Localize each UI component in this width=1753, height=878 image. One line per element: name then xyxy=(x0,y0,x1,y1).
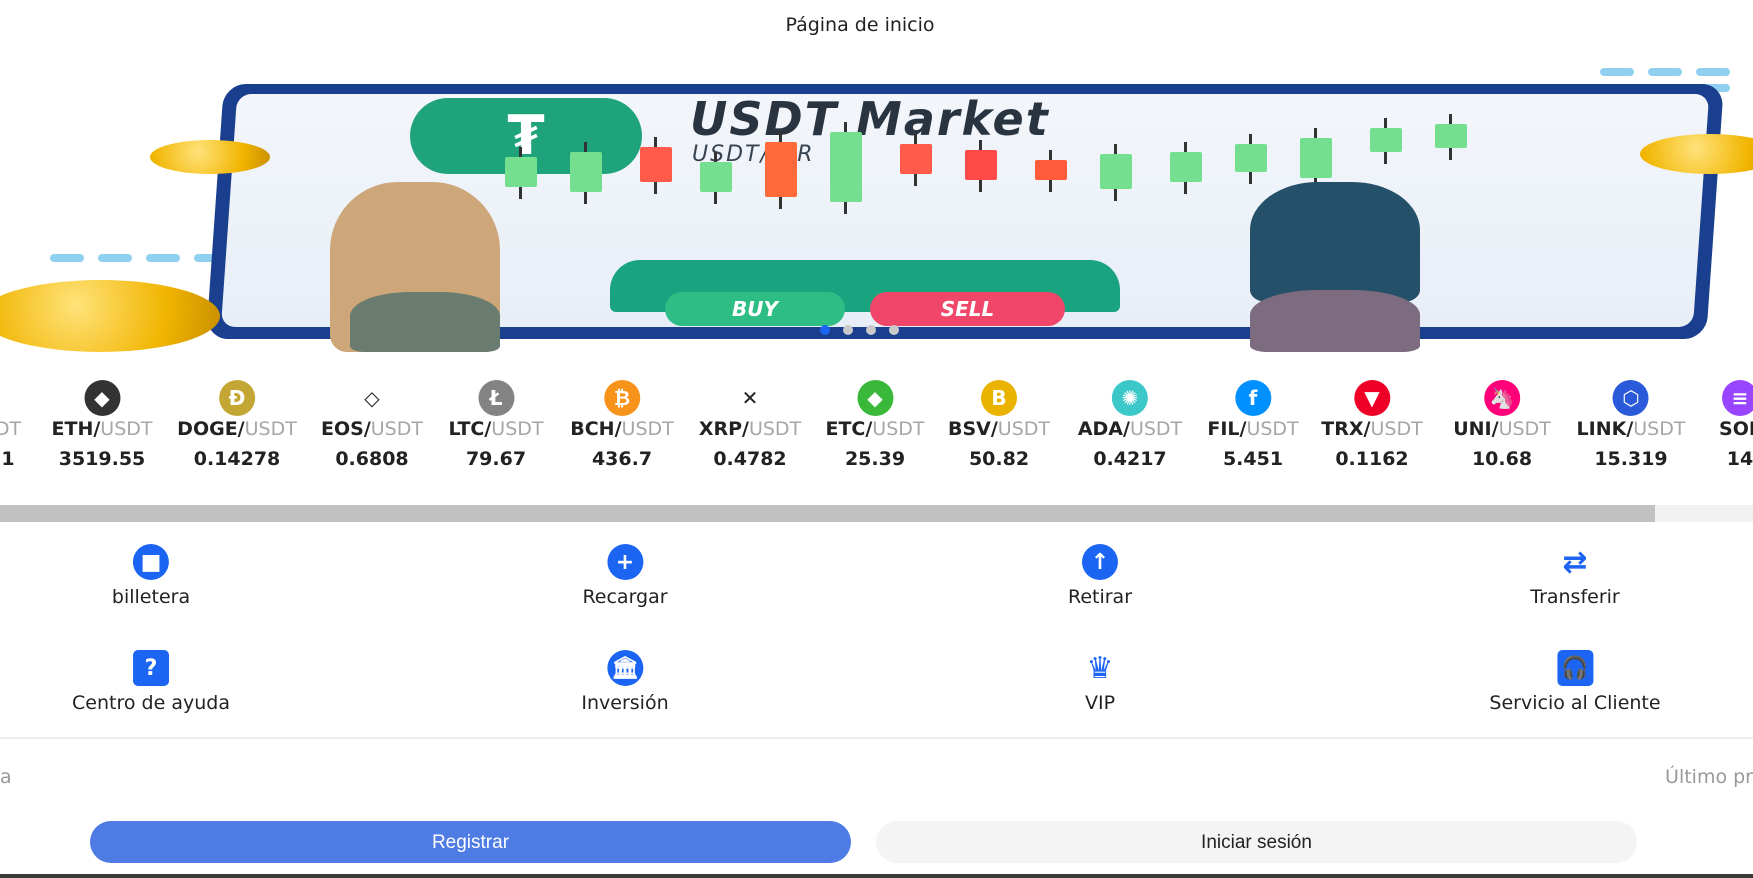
sell-badge: SELL xyxy=(870,292,1065,326)
ticker-item[interactable]: ₿ BCH/USDT 436.7 xyxy=(570,380,674,470)
doge-icon: Ð xyxy=(219,380,255,416)
ticker-price: 50.82 xyxy=(968,448,1030,470)
feature-inversión[interactable]: 🏛 Inversión xyxy=(581,650,669,714)
man-legs-illustration xyxy=(350,292,500,352)
feature-label: billetera xyxy=(111,586,191,608)
ticker-price: 0.14278 xyxy=(193,448,281,470)
ticker-item[interactable]: ≡SOLUSDT14 xyxy=(1719,380,1753,470)
carousel-dot[interactable] xyxy=(843,325,853,335)
ticker-price: 0.4782 xyxy=(713,448,787,470)
ticker-price: 79.67 xyxy=(465,448,527,470)
carousel-dot[interactable] xyxy=(889,325,899,335)
etc-icon: ◆ xyxy=(856,380,893,416)
plus-icon: + xyxy=(607,544,643,580)
login-button[interactable]: Iniciar sesión xyxy=(876,821,1637,863)
ticker-price: 15.319 xyxy=(1594,448,1668,470)
ticker-price: 10.68 xyxy=(1471,448,1533,470)
ticker-item[interactable]: Ð DOGE/USDT 0.14278 xyxy=(177,380,297,470)
carousel-pager[interactable] xyxy=(820,325,899,335)
ticker-item-fragment[interactable]: DT 1 xyxy=(0,380,26,470)
feature-servicio-al-cliente[interactable]: 🎧 Servicio al Cliente xyxy=(1489,650,1661,714)
woman-legs-illustration xyxy=(1250,290,1420,352)
ticker-item[interactable]: ◆ ETC/USDT 25.39 xyxy=(825,380,925,470)
feature-billetera[interactable]: ■ billetera xyxy=(112,544,190,608)
feature-vip[interactable]: ♛ VIP xyxy=(1082,650,1118,715)
ticker-price: 0.4217 xyxy=(1093,448,1167,470)
ticker-price: 14 xyxy=(1726,448,1753,470)
xrp-icon: ✕ xyxy=(732,380,768,416)
wallet-icon: ■ xyxy=(133,544,169,580)
eos-icon: ◇ xyxy=(353,380,390,416)
coin-illustration xyxy=(0,280,220,352)
ticker-item[interactable]: ▼ TRX/USDT 0.1162 xyxy=(1321,380,1423,470)
decorative-dots xyxy=(1600,68,1730,76)
feature-label: Servicio al Cliente xyxy=(1489,692,1661,714)
register-button[interactable]: Registrar xyxy=(90,821,851,863)
feature-label: Inversión xyxy=(581,692,669,714)
promo-banner[interactable]: ₮ USDT Market USDT/IDR BUY SELL xyxy=(0,62,1753,352)
uni-icon: 🦄 xyxy=(1484,380,1520,416)
price-ticker[interactable]: DT 1 ◆ ETH/USDT 3519.55 Ð DOGE/USDT 0.14278 ◇ E… xyxy=(0,380,1753,480)
ticker-item[interactable]: Ł LTC/USDT 79.67 xyxy=(448,380,544,470)
feature-label: Centro de ayuda xyxy=(72,692,230,714)
eth-icon: ◆ xyxy=(84,380,120,416)
trx-icon: ▼ xyxy=(1354,380,1390,416)
ticker-item[interactable]: ✕ XRP/USDT 0.4782 xyxy=(699,380,801,470)
buy-badge: BUY xyxy=(665,292,845,326)
ticker-price: 0.1162 xyxy=(1335,448,1409,470)
decorative-dots xyxy=(50,254,228,262)
banner-title: USDT Market xyxy=(690,92,1050,146)
list-column-left: a xyxy=(0,766,12,788)
bsv-icon: B xyxy=(981,380,1017,416)
page-title: Página de inicio xyxy=(785,14,935,36)
ticker-price: 3519.55 xyxy=(58,448,146,470)
feature-label: Retirar xyxy=(1067,586,1133,608)
feature-label: Transferir xyxy=(1530,586,1620,608)
sol-icon: ≡ xyxy=(1721,380,1753,416)
transfer-icon: ⇄ xyxy=(1562,544,1588,580)
ticker-price: 0.6808 xyxy=(335,448,409,470)
link-icon: ⬡ xyxy=(1613,380,1649,416)
ticker-item[interactable]: ◇ EOS/USDT 0.6808 xyxy=(321,380,423,470)
carousel-dot[interactable] xyxy=(820,325,830,335)
coin-illustration xyxy=(150,140,270,174)
feature-retirar[interactable]: ↑ Retirar xyxy=(1068,544,1132,608)
woman-illustration xyxy=(1250,182,1420,302)
ticker-price: 436.7 xyxy=(591,448,653,470)
ticker-item[interactable]: ⬡ LINK/USDT 15.319 xyxy=(1577,380,1685,470)
feature-label: VIP xyxy=(1084,692,1116,714)
carousel-dot[interactable] xyxy=(866,325,876,335)
list-column-last-price: Último pr xyxy=(1665,766,1753,788)
bank-icon: 🏛 xyxy=(607,650,643,686)
feature-label: Recargar xyxy=(582,586,668,608)
feature-recargar[interactable]: + Recargar xyxy=(582,544,668,608)
ticker-item[interactable]: ✺ ADA/USDT 0.4217 xyxy=(1078,380,1182,470)
ticker-item[interactable]: B BSV/USDT 50.82 xyxy=(948,380,1050,470)
fil-icon: f xyxy=(1234,380,1271,416)
ticker-price: 5.451 xyxy=(1222,448,1284,470)
ticker-item[interactable]: 🦄 UNI/USDT 10.68 xyxy=(1453,380,1551,470)
scrollbar-thumb[interactable] xyxy=(0,505,1655,522)
ltc-icon: Ł xyxy=(478,380,514,416)
headset-icon: 🎧 xyxy=(1556,650,1593,686)
bottom-edge xyxy=(0,874,1753,878)
arrow-up-icon: ↑ xyxy=(1081,544,1118,580)
vip-crown-icon: ♛ xyxy=(1086,650,1114,686)
ticker-item[interactable]: f FIL/USDT 5.451 xyxy=(1207,380,1299,470)
divider xyxy=(0,737,1753,739)
bch-icon: ₿ xyxy=(604,380,640,416)
ada-icon: ✺ xyxy=(1112,380,1148,416)
horizontal-scrollbar[interactable] xyxy=(0,505,1753,522)
feature-centro-de-ayuda[interactable]: ? Centro de ayuda xyxy=(72,650,230,714)
ticker-price: 25.39 xyxy=(844,448,906,470)
help-document-icon: ? xyxy=(133,650,169,686)
feature-transferir[interactable]: ⇄ Transferir xyxy=(1530,544,1620,609)
ticker-item[interactable]: ◆ ETH/USDT 3519.55 xyxy=(52,380,153,470)
